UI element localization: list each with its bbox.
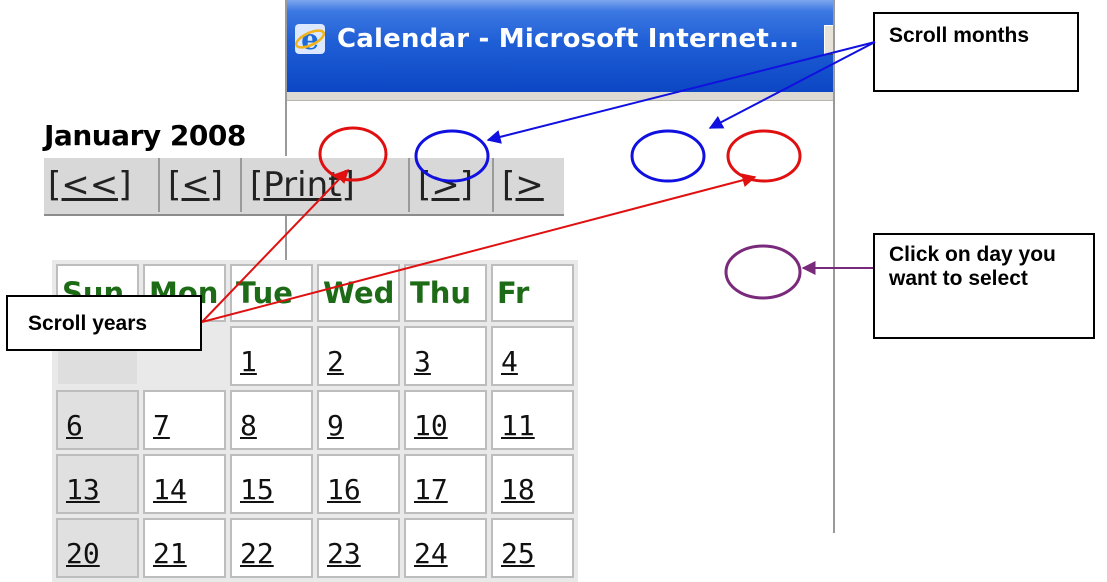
day-link[interactable]: 10	[414, 409, 448, 442]
day-link[interactable]: 7	[153, 409, 170, 442]
day-link[interactable]: 9	[327, 409, 344, 442]
day-cell[interactable]: 13	[56, 454, 139, 514]
day-cell[interactable]: 23	[317, 518, 400, 578]
weekday-tue: Tue	[230, 264, 313, 322]
day-cell[interactable]: 11	[491, 390, 574, 450]
day-link[interactable]: 11	[501, 409, 535, 442]
day-cell[interactable]: 22	[230, 518, 313, 578]
callout-scroll-years: Scroll years	[6, 295, 202, 351]
month-title: January 2008	[44, 119, 246, 152]
day-link[interactable]: 25	[501, 537, 535, 570]
day-cell[interactable]: 8	[230, 390, 313, 450]
day-cell[interactable]: 2	[317, 326, 400, 386]
day-link[interactable]: 8	[240, 409, 257, 442]
day-link[interactable]: 17	[414, 473, 448, 506]
day-cell[interactable]: 18	[491, 454, 574, 514]
day-cell[interactable]: 6	[56, 390, 139, 450]
day-cell[interactable]: 3	[404, 326, 487, 386]
day-cell[interactable]: 24	[404, 518, 487, 578]
internet-explorer-icon: e	[294, 23, 326, 56]
next-month-button[interactable]: [>]	[414, 158, 494, 212]
weekday-wed: Wed	[317, 264, 400, 322]
week-row: 6 7 8 9 10 11	[56, 390, 574, 450]
next-year-button[interactable]: [>	[498, 158, 578, 212]
prev-year-link[interactable]: [<<]	[48, 165, 132, 205]
next-month-link[interactable]: [>]	[418, 165, 473, 205]
day-link[interactable]: 2	[327, 345, 344, 378]
day-link[interactable]: 21	[153, 537, 187, 570]
day-cell[interactable]: 21	[143, 518, 226, 578]
day-cell[interactable]: 15	[230, 454, 313, 514]
day-cell[interactable]: 25	[491, 518, 574, 578]
day-link[interactable]: 3	[414, 345, 431, 378]
day-link[interactable]: 23	[327, 537, 361, 570]
callout-scroll-months: Scroll months	[873, 12, 1079, 92]
week-row: 20 21 22 23 24 25	[56, 518, 574, 578]
callout-click-day: Click on day you want to select	[873, 233, 1095, 339]
print-button[interactable]: [Print]	[246, 158, 410, 212]
day-cell[interactable]: 10	[404, 390, 487, 450]
day-cell[interactable]: 1	[230, 326, 313, 386]
day-cell[interactable]: 14	[143, 454, 226, 514]
svg-text:e: e	[301, 23, 319, 56]
day-link[interactable]: 18	[501, 473, 535, 506]
calendar-nav-bar: [<<] [<] [Print] [>] [>	[44, 156, 564, 216]
day-link[interactable]: 22	[240, 537, 274, 570]
prev-month-link[interactable]: [<]	[168, 165, 223, 205]
day-link[interactable]: 14	[153, 473, 187, 506]
day-link[interactable]: 15	[240, 473, 274, 506]
prev-month-button[interactable]: [<]	[164, 158, 242, 212]
print-link[interactable]: [Print]	[250, 165, 355, 205]
day-cell[interactable]: 4	[491, 326, 574, 386]
day-link[interactable]: 6	[66, 409, 83, 442]
window-title: Calendar - Microsoft Internet...	[337, 24, 800, 54]
day-link[interactable]: 4	[501, 345, 518, 378]
day-cell[interactable]: 16	[317, 454, 400, 514]
day-link[interactable]: 16	[327, 473, 361, 506]
next-year-link[interactable]: [>	[502, 165, 544, 205]
day-cell[interactable]: 7	[143, 390, 226, 450]
day-link[interactable]: 20	[66, 537, 100, 570]
day-cell[interactable]: 20	[56, 518, 139, 578]
week-row: 13 14 15 16 17 18	[56, 454, 574, 514]
weekday-thu: Thu	[404, 264, 487, 322]
weekday-fri: Fr	[491, 264, 574, 322]
prev-year-button[interactable]: [<<]	[44, 158, 160, 212]
day-cell[interactable]: 17	[404, 454, 487, 514]
day-link[interactable]: 24	[414, 537, 448, 570]
window-frame	[287, 92, 835, 101]
day-cell[interactable]: 9	[317, 390, 400, 450]
title-bar[interactable]: e Calendar - Microsoft Internet...	[287, 0, 835, 92]
window-right-edge	[833, 0, 835, 533]
day-link[interactable]: 13	[66, 473, 100, 506]
day-link[interactable]: 1	[240, 345, 257, 378]
